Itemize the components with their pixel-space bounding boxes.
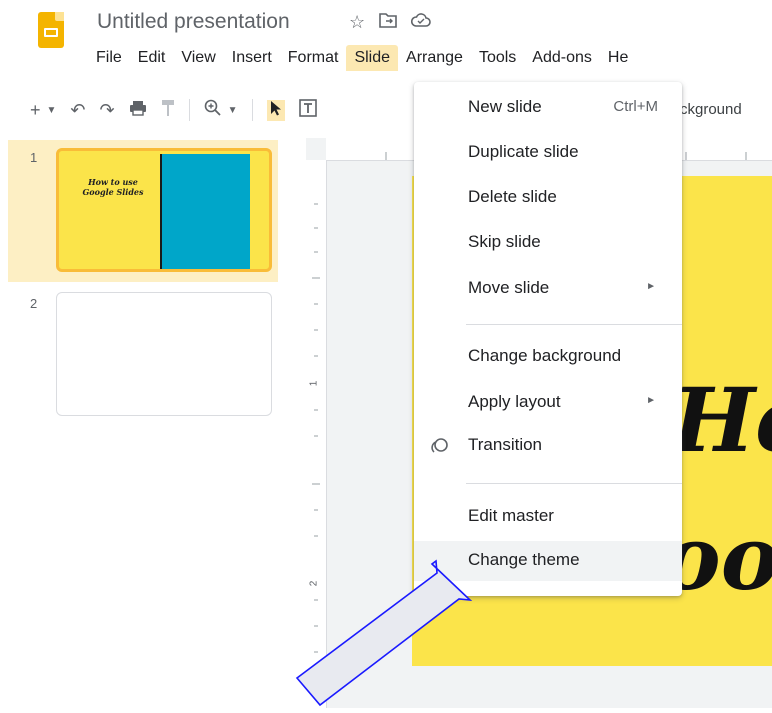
menu-divider (466, 324, 682, 325)
menu-item-delete-slide[interactable]: Delete slide (414, 178, 682, 218)
ruler-ticks (312, 203, 320, 653)
menu-item-label: Skip slide (468, 232, 541, 251)
thumbnail-title: How to use Google Slides (82, 177, 144, 197)
menu-item-edit-master[interactable]: Edit master (414, 497, 682, 537)
menu-insert[interactable]: Insert (224, 45, 280, 71)
menu-format[interactable]: Format (280, 45, 347, 71)
zoom-icon[interactable] (204, 99, 222, 122)
transition-icon (430, 436, 450, 456)
document-title[interactable]: Untitled presentation (97, 10, 290, 34)
menu-item-change-theme[interactable]: Change theme (414, 541, 682, 581)
slide-thumbnail-1[interactable]: How to use Google Slides (56, 148, 272, 272)
undo-icon[interactable]: ↶ (70, 100, 85, 121)
menu-item-label: Apply layout (468, 392, 561, 411)
toolbar-divider (251, 99, 253, 121)
menu-item-move-slide[interactable]: Move slide ► (414, 269, 682, 309)
menu-item-label: Change background (468, 346, 622, 365)
slide-title-line1: He (672, 368, 772, 472)
shortcut-label: Ctrl+M (613, 98, 658, 115)
menu-view[interactable]: View (173, 45, 223, 71)
submenu-arrow-icon: ► (646, 395, 656, 406)
folder-move-icon[interactable] (379, 12, 397, 33)
new-slide-plus-icon[interactable]: + (30, 100, 41, 121)
menu-item-label: Move slide (468, 278, 550, 297)
slides-logo-icon[interactable] (38, 12, 64, 48)
menu-item-label: Delete slide (468, 187, 557, 206)
title-icons: ☆ (349, 12, 431, 33)
ruler-mark: 2 (308, 580, 320, 587)
toolbar: + ▼ ↶ ↷ ▼ (30, 95, 317, 125)
thumbnail-blue-block (160, 154, 250, 269)
menu-help[interactable]: He (600, 45, 636, 71)
menu-item-transition[interactable]: Transition (414, 426, 682, 466)
menu-arrange[interactable]: Arrange (398, 45, 471, 71)
background-button[interactable]: ckground (680, 101, 742, 118)
menu-item-duplicate-slide[interactable]: Duplicate slide (414, 133, 682, 173)
chevron-down-icon[interactable]: ▼ (228, 105, 238, 116)
menu-divider (466, 483, 682, 484)
slide-menu-dropdown: New slide Ctrl+M Duplicate slide Delete … (414, 82, 682, 596)
text-box-icon[interactable] (298, 98, 317, 122)
menu-bar: File Edit View Insert Format Slide Arran… (88, 45, 636, 71)
menu-add-ons[interactable]: Add-ons (524, 45, 600, 71)
chevron-down-icon[interactable]: ▼ (47, 105, 57, 116)
menu-file[interactable]: File (88, 45, 130, 71)
menu-item-label: Edit master (468, 506, 554, 525)
ruler-mark: 1 (308, 380, 320, 387)
select-cursor-icon[interactable] (266, 99, 285, 121)
menu-item-new-slide[interactable]: New slide Ctrl+M (414, 88, 682, 128)
menu-item-change-background[interactable]: Change background (414, 337, 682, 377)
print-icon[interactable] (129, 100, 147, 121)
vertical-ruler (306, 160, 327, 708)
menu-item-apply-layout[interactable]: Apply layout ► (414, 383, 682, 423)
menu-item-label: Duplicate slide (468, 142, 579, 161)
menu-tools[interactable]: Tools (471, 45, 524, 71)
cloud-status-icon[interactable] (411, 12, 431, 33)
paint-format-icon[interactable] (161, 99, 175, 122)
star-icon[interactable]: ☆ (349, 12, 365, 33)
menu-slide[interactable]: Slide (346, 45, 399, 71)
slide-number: 2 (30, 296, 38, 311)
menu-item-label: Transition (468, 435, 543, 454)
menu-item-label: Change theme (468, 550, 580, 569)
menu-edit[interactable]: Edit (130, 45, 174, 71)
menu-item-label: New slide (468, 97, 542, 116)
slide-thumbnail-2[interactable] (56, 292, 272, 416)
slide-number: 1 (30, 150, 38, 165)
submenu-arrow-icon: ► (646, 281, 656, 292)
menu-item-skip-slide[interactable]: Skip slide (414, 223, 682, 263)
toolbar-divider (188, 99, 190, 121)
redo-icon[interactable]: ↷ (100, 100, 115, 121)
